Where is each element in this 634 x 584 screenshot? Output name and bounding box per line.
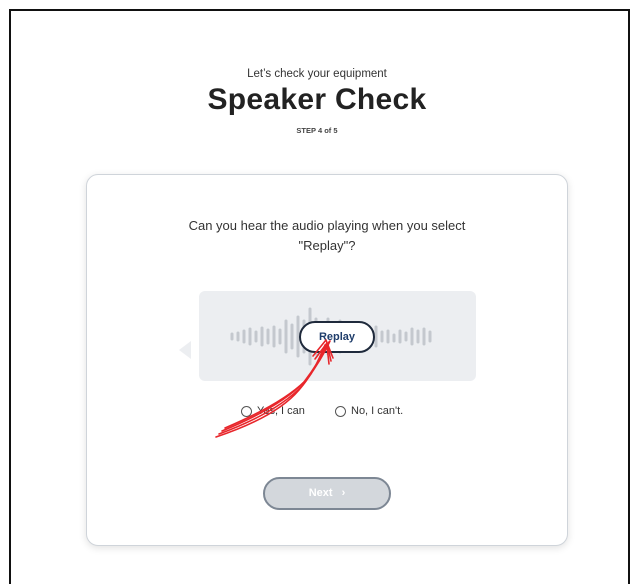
next-button-label: Next [308, 487, 333, 499]
bubble-tail [179, 341, 191, 359]
question-line-1: Can you hear the audio playing when you … [188, 218, 466, 233]
option-yes[interactable]: Yes, I can [241, 401, 305, 421]
option-no[interactable]: No, I can't. [335, 401, 403, 421]
option-no-label: No, I can't. [351, 405, 404, 417]
next-button[interactable]: Next › [263, 477, 391, 510]
chevron-right-icon: › [341, 487, 346, 499]
replay-button[interactable]: Replay [299, 321, 375, 353]
question-text: Can you hear the audio playing when you … [177, 216, 477, 256]
radio-no[interactable] [335, 405, 346, 417]
option-yes-label: Yes, I can [257, 405, 305, 417]
speaker-check-card: Can you hear the audio playing when you … [86, 174, 568, 546]
step-indicator: STEP 4 of 5 [296, 126, 338, 135]
question-line-2: "Replay"? [298, 238, 356, 253]
page-title: Speaker Check [207, 83, 427, 116]
radio-yes[interactable] [241, 405, 252, 417]
page-subtitle: Let’s check your equipment [247, 68, 387, 80]
answer-options: Yes, I can No, I can't. [87, 401, 569, 421]
